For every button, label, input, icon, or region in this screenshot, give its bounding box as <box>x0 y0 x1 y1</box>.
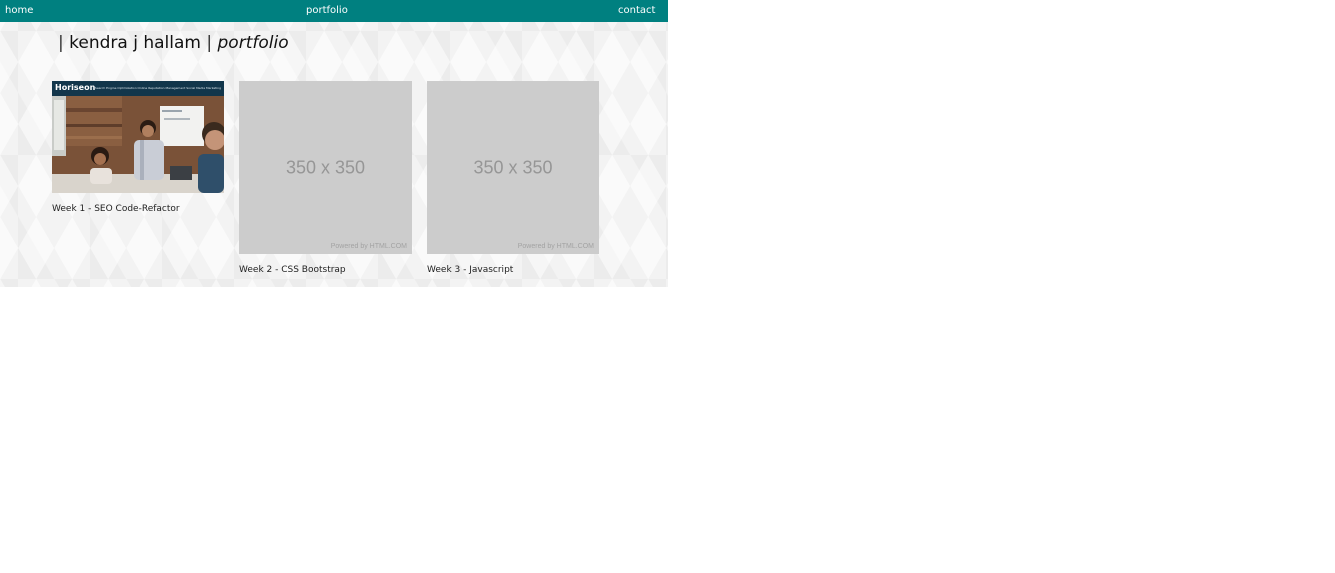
nav-home-link[interactable]: home <box>5 5 33 16</box>
horiseon-header-bar: Horiseon Search Engine Optimization Onli… <box>52 81 224 96</box>
project-card-week-2: 350 x 350 Powered by HTML.COM Week 2 - C… <box>239 81 412 275</box>
project-card-week-3: 350 x 350 Powered by HTML.COM Week 3 - J… <box>427 81 599 275</box>
title-separator: | <box>58 33 64 53</box>
placeholder-powered-by: Powered by HTML.COM <box>330 243 407 250</box>
project-caption[interactable]: Week 1 - SEO Code-Refactor <box>52 204 224 214</box>
page-subtitle: portfolio <box>217 33 289 53</box>
project-thumbnail-placeholder[interactable]: 350 x 350 Powered by HTML.COM <box>427 81 599 254</box>
nav-contact-link[interactable]: contact <box>618 5 655 16</box>
placeholder-powered-by: Powered by HTML.COM <box>517 243 594 250</box>
horiseon-logo: Horiseon <box>55 83 96 92</box>
nav-portfolio-link[interactable]: portfolio <box>306 5 348 16</box>
navbar: home portfolio contact <box>0 0 668 22</box>
project-thumbnail-placeholder[interactable]: 350 x 350 Powered by HTML.COM <box>239 81 412 254</box>
site-owner-name: kendra j hallam <box>69 33 201 53</box>
project-caption[interactable]: Week 2 - CSS Bootstrap <box>239 265 412 275</box>
project-caption[interactable]: Week 3 - Javascript <box>427 265 599 275</box>
placeholder-size-label: 350 x 350 <box>473 157 553 177</box>
page-title: | kendra j hallam | portfolio <box>58 33 289 53</box>
project-thumbnail-horiseon[interactable]: Horiseon Search Engine Optimization Onli… <box>52 81 224 193</box>
horiseon-nav: Search Engine Optimization Online Reputa… <box>94 86 221 90</box>
team-meeting-photo <box>52 96 224 193</box>
page: home portfolio contact | kendra j hallam… <box>0 0 668 287</box>
project-card-week-1: Horiseon Search Engine Optimization Onli… <box>52 81 224 214</box>
title-separator: | <box>206 33 213 53</box>
placeholder-size-label: 350 x 350 <box>285 157 366 177</box>
